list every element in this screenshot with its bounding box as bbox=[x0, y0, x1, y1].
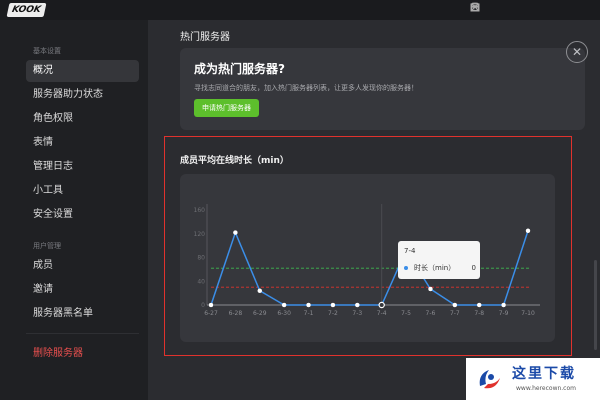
sidebar-item-emoji[interactable]: 表情 bbox=[26, 132, 139, 154]
x-tick-label: 7-10 bbox=[521, 310, 535, 317]
y-tick-label: 40 bbox=[197, 278, 205, 285]
y-tick-label: 0 bbox=[201, 302, 205, 309]
x-tick-label: 6-28 bbox=[229, 310, 243, 317]
data-point bbox=[281, 302, 287, 308]
watermark-url: www.herecown.com bbox=[516, 385, 576, 392]
x-tick-label: 7-8 bbox=[474, 310, 484, 317]
x-tick-label: 7-1 bbox=[304, 310, 314, 317]
y-tick-label: 80 bbox=[197, 255, 205, 262]
sidebar-item-blacklist[interactable]: 服务器黑名单 bbox=[26, 303, 139, 325]
sidebar-item-members[interactable]: 成员 bbox=[26, 255, 139, 277]
data-point bbox=[501, 302, 506, 308]
maximize-icon[interactable] bbox=[471, 2, 570, 16]
data-point bbox=[208, 302, 214, 308]
data-point bbox=[306, 302, 311, 308]
data-point bbox=[476, 302, 482, 308]
sidebar-item-invites[interactable]: 邀请 bbox=[26, 279, 139, 301]
delete-server-button[interactable]: 删除服务器 bbox=[26, 343, 139, 365]
sidebar-item-tools[interactable]: 小工具 bbox=[26, 180, 139, 202]
sidebar-item-roles[interactable]: 角色权限 bbox=[26, 108, 139, 130]
scrollbar[interactable] bbox=[594, 260, 597, 350]
x-tick-label: 6-29 bbox=[253, 310, 267, 317]
sidebar-item-security[interactable]: 安全设置 bbox=[26, 204, 139, 226]
data-point bbox=[378, 301, 385, 309]
x-tick-label: 7-7 bbox=[450, 310, 460, 317]
tooltip-value: 0 bbox=[471, 264, 476, 272]
x-tick-label: 7-2 bbox=[328, 310, 338, 317]
tooltip-row: 时长（min） 0 bbox=[404, 263, 476, 273]
x-tick-label: 7-6 bbox=[426, 310, 436, 317]
data-point bbox=[257, 288, 263, 293]
app-logo: KOOK bbox=[6, 3, 47, 17]
section-title-hot: 热门服务器 bbox=[180, 32, 230, 43]
hot-server-card: 成为热门服务器? 寻找志同道合的朋友，加入热门服务器列表，让更多人发现你的服务器… bbox=[180, 48, 585, 130]
data-point bbox=[428, 286, 433, 292]
shirt-icon[interactable] bbox=[470, 2, 504, 16]
x-tick-label: 6-27 bbox=[204, 310, 218, 317]
chart-tooltip: 7-4 时长（min） 0 bbox=[398, 241, 480, 279]
window-controls: ? bbox=[470, 2, 592, 16]
watermark: 这里下载 www.herecown.com bbox=[466, 358, 600, 400]
chart-card: 0 40 80 120 160 6-27 6-28 6-29 6-30 7-1 7-2 7-3 7-4 7… bbox=[180, 174, 555, 342]
data-point bbox=[233, 230, 238, 235]
watermark-text: 这里下载 bbox=[512, 366, 576, 382]
tooltip-series-dot bbox=[404, 266, 408, 270]
data-point bbox=[355, 302, 360, 308]
close-settings-button[interactable]: ✕ bbox=[566, 41, 588, 63]
data-point bbox=[330, 302, 336, 308]
minimize-icon[interactable] bbox=[471, 2, 548, 16]
data-point bbox=[452, 302, 458, 308]
hot-card-title: 成为热门服务器? bbox=[194, 62, 285, 76]
settings-sidebar: 基本设置 概况 服务器助力状态 角色权限 表情 管理日志 小工具 安全设置 用户… bbox=[0, 20, 148, 400]
sidebar-item-overview[interactable]: 概况 bbox=[26, 60, 139, 82]
x-tick-label: 6-30 bbox=[277, 310, 291, 317]
apply-hot-server-button[interactable]: 申请热门服务器 bbox=[194, 99, 259, 117]
x-tick-label: 7-4 bbox=[377, 310, 387, 317]
group-label-users: 用户管理 bbox=[33, 242, 61, 250]
sidebar-divider bbox=[26, 333, 139, 334]
close-window-icon[interactable] bbox=[471, 2, 592, 16]
y-tick-label: 160 bbox=[194, 207, 206, 214]
online-time-chart: 040801201606-27 6-28 6-29 6-30 7-1 7-2 7-3 7-4 7… bbox=[194, 204, 540, 317]
hot-card-description: 寻找志同道合的朋友，加入热门服务器列表，让更多人发现你的服务器！ bbox=[194, 84, 418, 92]
group-label-basic: 基本设置 bbox=[33, 47, 61, 55]
help-icon[interactable]: ? bbox=[470, 2, 526, 16]
title-bar: KOOK ? bbox=[0, 0, 600, 20]
x-tick-label: 7-3 bbox=[352, 310, 362, 317]
chart-title: 成员平均在线时长（min） bbox=[180, 156, 289, 166]
x-tick-label: 7-5 bbox=[401, 310, 411, 317]
x-tick-label: 7-9 bbox=[499, 310, 509, 317]
tooltip-series-name: 时长（min） bbox=[414, 264, 456, 272]
sidebar-item-boost-status[interactable]: 服务器助力状态 bbox=[26, 84, 139, 106]
tooltip-date: 7-4 bbox=[404, 247, 416, 255]
sidebar-item-audit-log[interactable]: 管理日志 bbox=[26, 156, 139, 178]
watermark-logo-icon bbox=[479, 370, 500, 389]
y-tick-label: 120 bbox=[194, 231, 206, 238]
close-icon: ✕ bbox=[571, 45, 583, 59]
data-point bbox=[525, 228, 531, 234]
settings-main: 热门服务器 成为热门服务器? 寻找志同道合的朋友，加入热门服务器列表，让更多人发… bbox=[148, 20, 600, 400]
